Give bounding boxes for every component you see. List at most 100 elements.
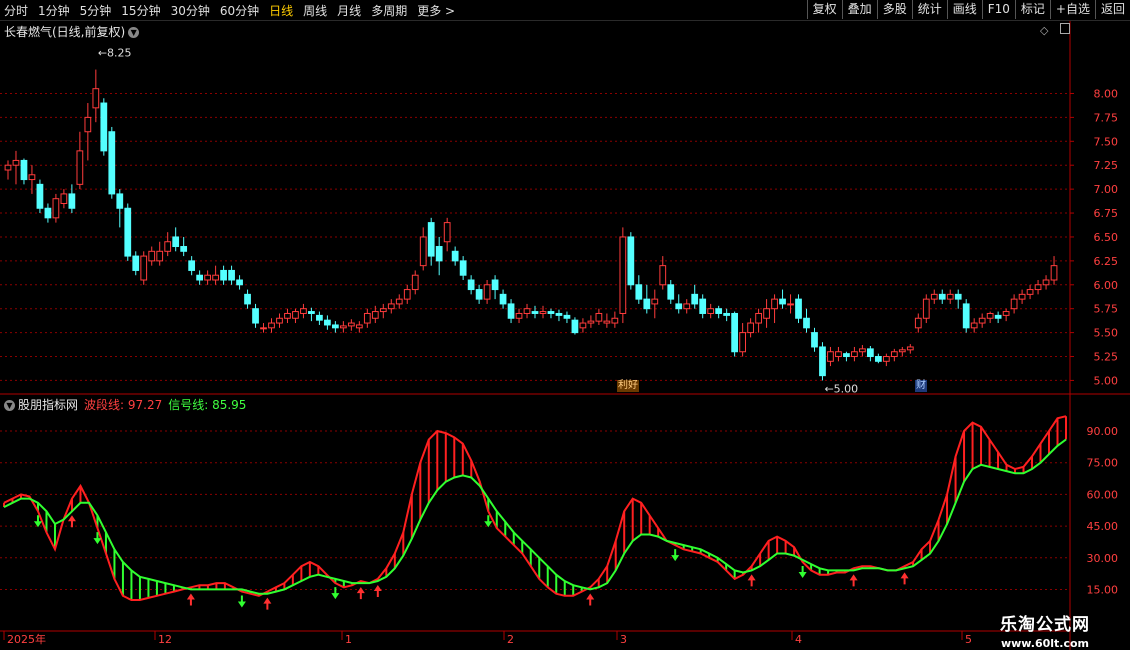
tab-15min[interactable]: 15分钟 bbox=[121, 2, 160, 19]
candle-body bbox=[683, 303, 691, 310]
stats-button[interactable]: 统计 bbox=[911, 0, 947, 19]
candle-body bbox=[731, 312, 739, 353]
time-axis-label: 2025年 bbox=[7, 632, 46, 646]
tab-weekly[interactable]: 周线 bbox=[303, 2, 327, 19]
time-axis-label: 3 bbox=[620, 633, 627, 646]
candle-body bbox=[483, 284, 491, 300]
chart-area[interactable]: 8.00 7.75 7.50 7.25 7.00 6.75 6.50 6.25 6.00 5.75… bbox=[0, 21, 1130, 650]
diamond-icon[interactable]: ◇ bbox=[1040, 24, 1048, 37]
watermark-url: www.60lt.com bbox=[1000, 637, 1090, 650]
candle-body bbox=[859, 348, 866, 353]
wave-line bbox=[3, 415, 1067, 601]
candle-body bbox=[132, 255, 140, 271]
finance-tag[interactable]: 财 bbox=[915, 380, 927, 392]
candle-body bbox=[970, 322, 978, 329]
draw-button[interactable]: 画线 bbox=[946, 0, 982, 19]
candle-body bbox=[76, 150, 84, 185]
period-tabs: 分时 1分钟 5分钟 15分钟 30分钟 60分钟 日线 周线 月线 多周期 更… bbox=[4, 0, 465, 20]
tab-more[interactable]: 更多 > bbox=[417, 2, 455, 19]
candle-body bbox=[659, 265, 667, 286]
candle-body bbox=[539, 311, 547, 314]
wave-line-value: 波段线: 97.27 bbox=[84, 398, 163, 412]
candle-body bbox=[643, 298, 651, 310]
news-tag[interactable]: 利好 bbox=[617, 380, 639, 392]
candle-body bbox=[1050, 265, 1058, 281]
back-button[interactable]: 返回 bbox=[1094, 0, 1130, 19]
candle-body bbox=[459, 260, 467, 276]
candle-body bbox=[68, 193, 76, 209]
candle-body bbox=[1002, 311, 1010, 316]
candle-body bbox=[92, 88, 100, 109]
candle-body bbox=[379, 308, 387, 313]
add-watchlist-button[interactable]: +自选 bbox=[1049, 0, 1095, 19]
candle-body bbox=[108, 131, 116, 195]
candle-body bbox=[627, 236, 635, 286]
candle-body bbox=[124, 207, 132, 257]
candle-body bbox=[419, 236, 427, 267]
tab-monthly[interactable]: 月线 bbox=[337, 2, 361, 19]
tab-1min[interactable]: 1分钟 bbox=[38, 2, 70, 19]
up-arrow-icon bbox=[900, 572, 909, 585]
indicator-tick-label: 75.00 bbox=[1087, 457, 1119, 470]
up-arrow-icon bbox=[263, 597, 272, 610]
candle-body bbox=[595, 312, 603, 322]
adjust-button[interactable]: 复权 bbox=[806, 0, 842, 19]
chevron-down-icon[interactable]: ▼ bbox=[128, 27, 140, 38]
candle-body bbox=[795, 298, 802, 319]
price-tick-label: 7.75 bbox=[1094, 111, 1119, 124]
candle-body bbox=[292, 311, 299, 319]
tab-30min[interactable]: 30分钟 bbox=[171, 2, 210, 19]
watermark: 乐淘公式网 www.60lt.com bbox=[1000, 610, 1090, 650]
toolbar: 分时 1分钟 5分钟 15分钟 30分钟 60分钟 日线 周线 月线 多周期 更… bbox=[0, 0, 1130, 21]
candle-body bbox=[1034, 284, 1042, 291]
candle-body bbox=[890, 351, 898, 358]
mark-button[interactable]: 标记 bbox=[1014, 0, 1050, 19]
candle-body bbox=[515, 312, 523, 319]
candle-body bbox=[180, 246, 188, 252]
candle-body bbox=[52, 198, 60, 219]
candle-body bbox=[579, 322, 587, 329]
tab-daily[interactable]: 日线 bbox=[269, 2, 293, 19]
candle-body bbox=[260, 327, 267, 330]
candle-body bbox=[811, 332, 818, 348]
candle-body bbox=[276, 317, 283, 324]
candle-body bbox=[252, 308, 259, 324]
candle-body bbox=[874, 356, 882, 362]
overlay-button[interactable]: 叠加 bbox=[841, 0, 877, 19]
multi-stock-button[interactable]: 多股 bbox=[876, 0, 912, 19]
candle-body bbox=[355, 324, 363, 329]
candle-body bbox=[930, 293, 938, 300]
down-arrow-icon bbox=[331, 587, 340, 600]
watermark-title: 乐淘公式网 bbox=[1000, 615, 1090, 635]
candle-body bbox=[571, 319, 579, 334]
candle-body bbox=[523, 308, 531, 314]
low-price-label: ←5.00 bbox=[824, 382, 858, 395]
stock-title-text: 长春燃气(日线,前复权) bbox=[4, 25, 126, 39]
candle-body bbox=[938, 293, 946, 300]
candle-body bbox=[427, 222, 435, 257]
candle-body bbox=[699, 298, 707, 314]
panel-controls: ◇ bbox=[1040, 23, 1070, 37]
tab-fenshi[interactable]: 分时 bbox=[4, 2, 28, 19]
price-tick-label: 7.00 bbox=[1094, 183, 1119, 196]
candle-body bbox=[507, 303, 515, 319]
candle-body bbox=[867, 348, 874, 358]
candle-body bbox=[20, 159, 28, 181]
candle-body bbox=[619, 236, 627, 314]
candle-body bbox=[156, 250, 164, 262]
candle-body bbox=[827, 351, 834, 362]
tab-5min[interactable]: 5分钟 bbox=[80, 2, 112, 19]
candle-body bbox=[715, 308, 723, 314]
candle-body bbox=[906, 346, 914, 351]
candle-body bbox=[994, 314, 1002, 319]
candle-body bbox=[148, 250, 156, 262]
tab-multi-period[interactable]: 多周期 bbox=[371, 2, 407, 19]
candle-body bbox=[978, 317, 986, 324]
candle-body bbox=[308, 311, 315, 314]
panel-toggle-icon[interactable] bbox=[1059, 23, 1070, 34]
candle-body bbox=[451, 250, 459, 262]
tab-60min[interactable]: 60分钟 bbox=[220, 2, 259, 19]
chevron-down-icon[interactable]: ▼ bbox=[4, 400, 15, 411]
candle-body bbox=[563, 314, 571, 319]
f10-button[interactable]: F10 bbox=[981, 0, 1015, 19]
